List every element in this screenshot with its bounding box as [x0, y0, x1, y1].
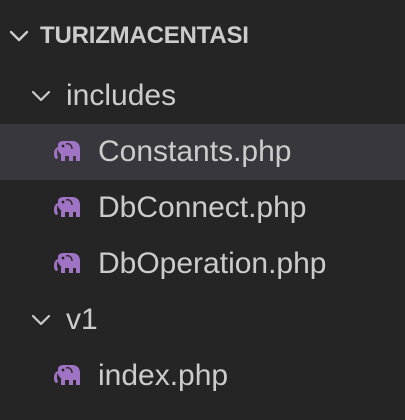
folder-label: v1 [66, 303, 98, 336]
chevron-down-icon[interactable] [28, 83, 54, 109]
chevron-down-icon[interactable] [28, 307, 54, 333]
file-dboperation-php[interactable]: DbOperation.php [0, 236, 405, 292]
php-elephant-icon [52, 139, 84, 165]
root-folder-label: TURIZMACENTASI [40, 22, 249, 49]
chevron-down-icon[interactable] [6, 23, 32, 49]
file-dbconnect-php[interactable]: DbConnect.php [0, 180, 405, 236]
explorer-root-folder[interactable]: TURIZMACENTASI [0, 8, 405, 64]
file-label: Constants.php [98, 135, 292, 168]
php-elephant-icon [52, 195, 84, 221]
file-label: index.php [98, 359, 229, 392]
file-label: DbOperation.php [98, 247, 327, 280]
folder-v1[interactable]: v1 [0, 292, 405, 348]
file-index-php[interactable]: index.php [0, 348, 405, 404]
php-elephant-icon [52, 363, 84, 389]
file-constants-php[interactable]: Constants.php [0, 124, 405, 180]
php-elephant-icon [52, 251, 84, 277]
folder-label: includes [66, 79, 177, 112]
folder-includes[interactable]: includes [0, 68, 405, 124]
file-label: DbConnect.php [98, 191, 307, 224]
file-explorer: TURIZMACENTASI includes Constants.php Db… [0, 0, 405, 420]
